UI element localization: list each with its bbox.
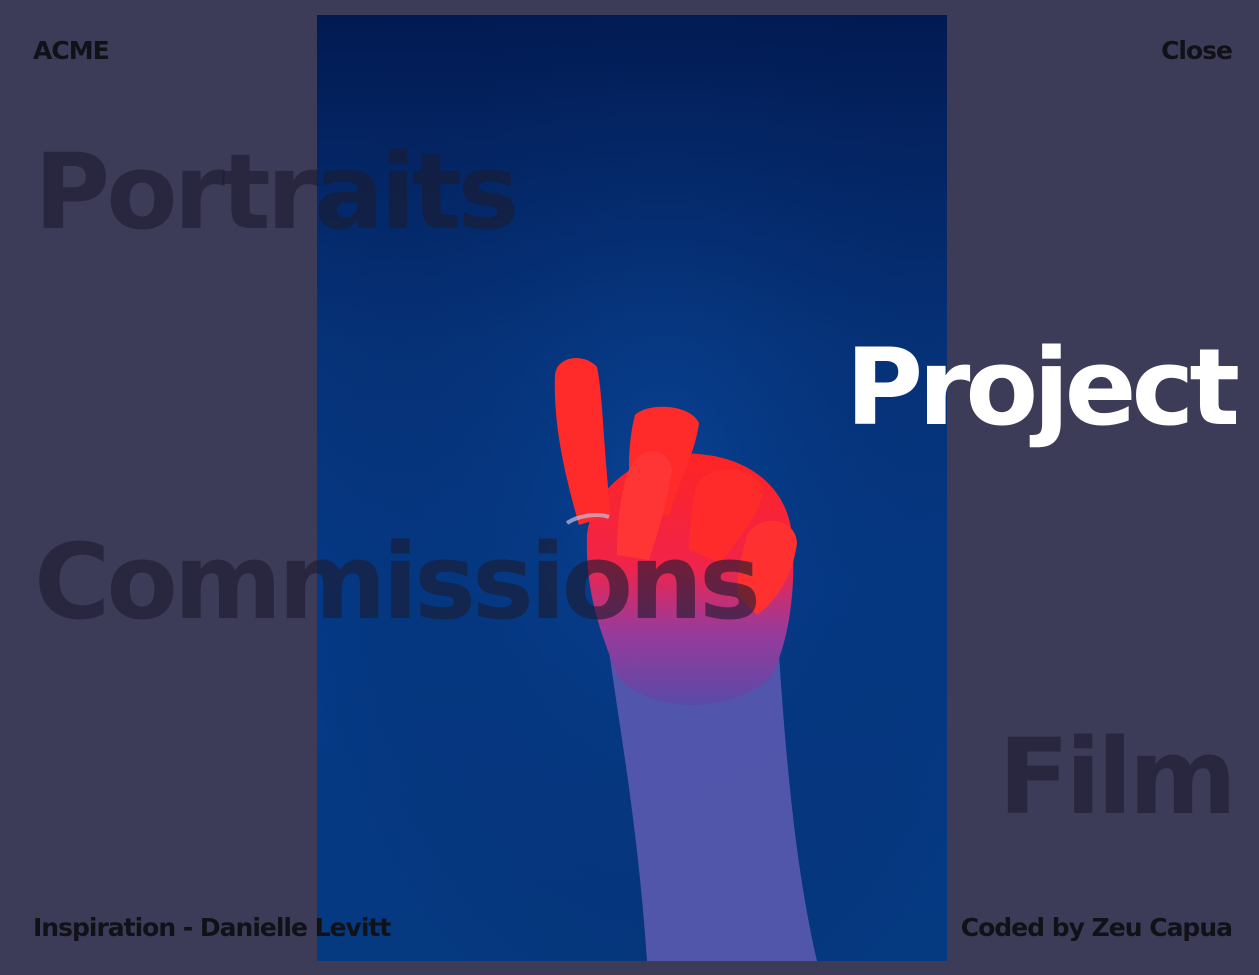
menu-item-project[interactable]: Project xyxy=(845,335,1240,441)
site-logo[interactable]: ACME xyxy=(33,36,110,65)
menu-item-commissions[interactable]: Commissions xyxy=(34,530,761,634)
coder-credit: Coded by Zeu Capua xyxy=(960,913,1233,942)
inspiration-credit: Inspiration - Danielle Levitt xyxy=(33,913,391,942)
menu-item-film[interactable]: Film xyxy=(998,725,1237,829)
menu-item-portraits[interactable]: Portraits xyxy=(34,140,519,244)
close-button[interactable]: Close xyxy=(1161,36,1233,65)
